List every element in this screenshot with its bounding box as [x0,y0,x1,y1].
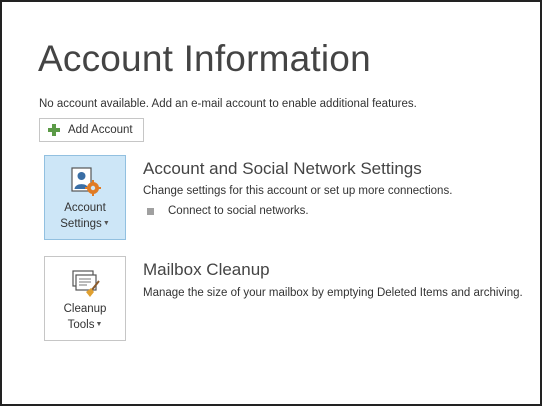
plus-icon [48,124,60,136]
bullet-icon [147,208,154,215]
backstage-window: Account Information No account available… [0,0,542,406]
cleanup-tools-label-line1: Cleanup [63,303,107,315]
account-settings-icon [71,167,101,196]
no-account-notice: No account available. Add an e-mail acco… [39,98,417,110]
account-settings-label-line1: Account [64,202,106,214]
cleanup-tools-label-line2: Tools▼ [45,317,125,333]
connect-social-networks-link[interactable]: Connect to social networks. [168,205,309,217]
chevron-down-icon: ▼ [102,220,110,227]
add-account-button[interactable]: Add Account [39,118,144,142]
mailbox-cleanup-title: Mailbox Cleanup [143,260,270,279]
page-title: Account Information [38,38,371,79]
cleanup-tools-icon [72,270,100,297]
cleanup-tools-label-text: Tools [67,319,95,332]
cleanup-tools-button[interactable]: Cleanup Tools▼ [44,256,126,341]
account-settings-label-line2: Settings▼ [45,216,125,232]
account-settings-title: Account and Social Network Settings [143,159,422,178]
add-account-label: Add Account [68,124,133,136]
account-settings-button[interactable]: Account Settings▼ [44,155,126,240]
mailbox-cleanup-description: Manage the size of your mailbox by empty… [143,287,523,299]
account-settings-description: Change settings for this account or set … [143,185,453,197]
account-settings-label-text: Settings [60,218,102,231]
chevron-down-icon: ▼ [95,321,103,328]
